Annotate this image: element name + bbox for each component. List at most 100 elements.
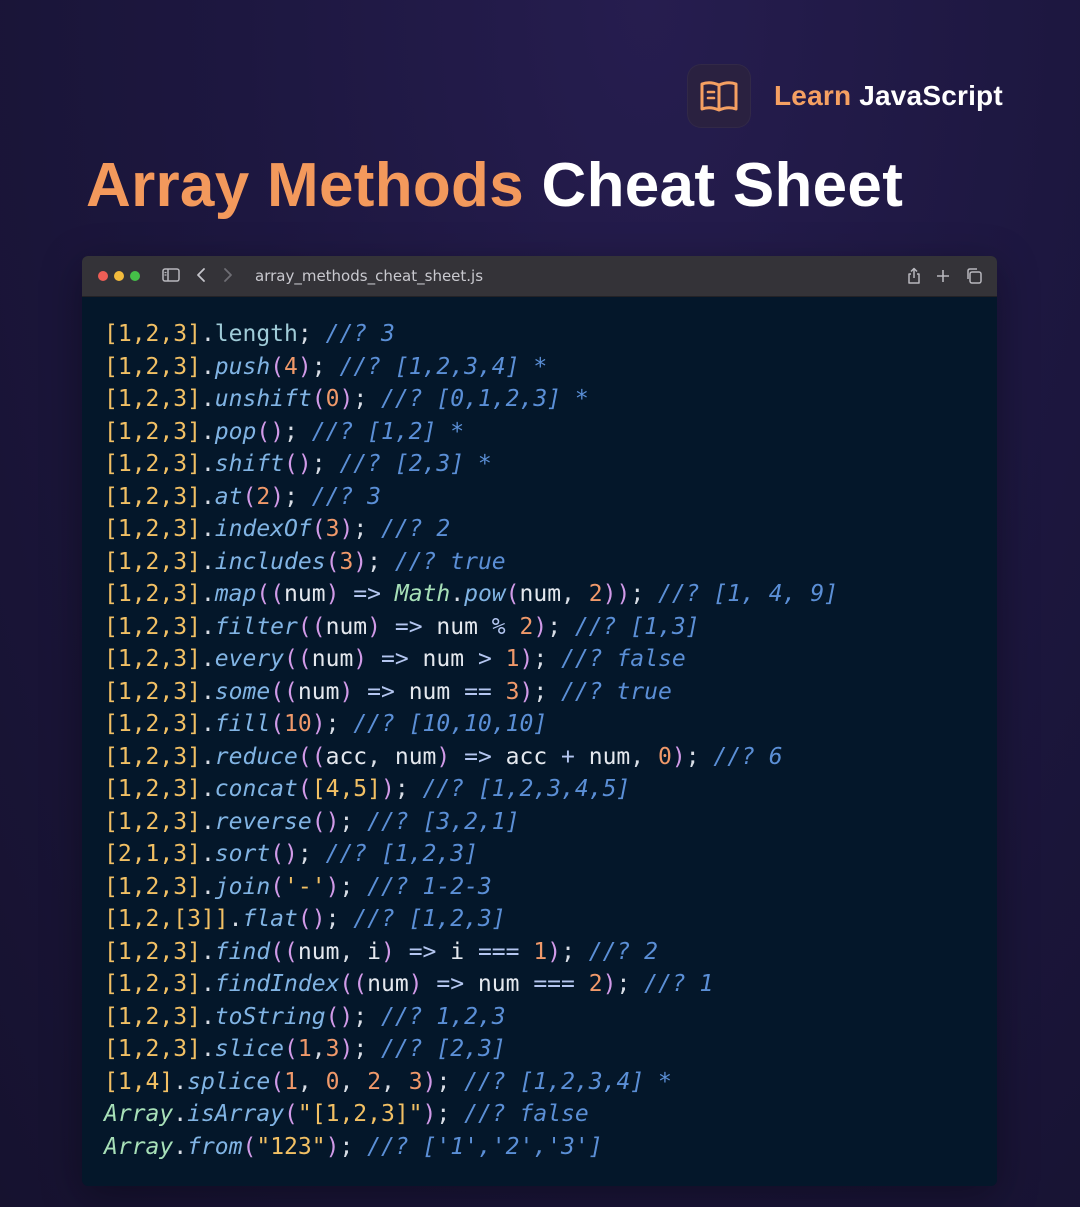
code-line: [1,2,3].reverse(); //? [3,2,1]	[104, 806, 997, 839]
code-token: =>	[353, 678, 409, 705]
code-token: ((	[339, 971, 368, 997]
code-line: [1,2,3].includes(3); //? true	[104, 546, 997, 579]
code-token: )	[519, 678, 534, 705]
code-token: ()	[284, 451, 312, 477]
window-filename: array_methods_cheat_sheet.js	[255, 267, 484, 285]
share-icon[interactable]	[906, 267, 922, 290]
code-token: num	[284, 581, 326, 607]
code-token: [1,2,3]	[104, 581, 201, 607]
code-token: ;	[533, 678, 562, 705]
code-token: =>	[394, 938, 451, 965]
minimize-window-button[interactable]	[114, 271, 124, 281]
code-token: ()	[270, 841, 298, 867]
code-token: ;	[311, 451, 340, 477]
window-titlebar: array_methods_cheat_sheet.js	[82, 256, 997, 297]
code-token: join	[214, 873, 271, 900]
code-token: 2	[367, 1068, 382, 1095]
code-token: ((	[284, 646, 312, 672]
code-token: ;	[325, 906, 354, 932]
code-token: //? 1,2,3	[380, 1003, 506, 1030]
code-line: [1,2,3].every((num) => num > 1); //? fal…	[104, 643, 997, 676]
code-token: (	[311, 516, 326, 542]
code-token: .	[200, 678, 215, 705]
brand-javascript: JavaScript	[859, 80, 1003, 111]
code-token: [1,2,3]	[104, 516, 201, 542]
code-token: ;	[394, 776, 423, 802]
code-token: .	[200, 483, 215, 510]
code-token: .	[200, 581, 215, 607]
code-token: )	[602, 971, 617, 997]
code-token: .	[200, 711, 215, 737]
code-line: [1,2,3].concat([4,5]); //? [1,2,3,4,5]	[104, 773, 997, 806]
code-token: //? [10,10,10]	[353, 711, 548, 737]
sidebar-icon[interactable]	[162, 267, 180, 288]
code-token: //? 3	[325, 321, 395, 347]
code-token: [1,2,3]	[104, 808, 201, 835]
code-token: splice	[187, 1068, 271, 1095]
code-token: )	[436, 743, 451, 770]
code-token: ()	[325, 1003, 354, 1030]
plus-icon[interactable]	[935, 267, 951, 290]
code-token: slice	[214, 1036, 285, 1062]
code-line: [1,2,3].fill(10); //? [10,10,10]	[104, 708, 997, 741]
code-token: ,	[381, 1068, 409, 1095]
brand-learn: Learn	[774, 80, 852, 111]
code-token: ;	[353, 516, 382, 542]
code-token: 3	[339, 548, 354, 575]
code-token: //? [1,2] *	[311, 418, 465, 445]
code-line: [1,2,3].push(4); //? [1,2,3,4] *	[104, 351, 997, 384]
code-line: [1,2,[3]].flat(); //? [1,2,3]	[104, 903, 997, 936]
code-token: ;	[547, 613, 575, 640]
close-window-button[interactable]	[98, 271, 108, 281]
code-token: //? [3,2,1]	[367, 808, 520, 835]
code-token: ;	[339, 873, 368, 900]
code-token: ((	[270, 938, 298, 965]
code-token: //? false	[561, 646, 686, 672]
code-token: .	[450, 581, 465, 607]
code-token: ,	[339, 938, 368, 965]
code-token: //? ['1','2','3']	[367, 1133, 603, 1160]
code-token: [1,2,3]	[104, 711, 201, 737]
code-token: ;	[339, 1133, 368, 1160]
brand: Learn JavaScript	[687, 64, 1003, 128]
code-token: acc	[505, 743, 548, 770]
code-token: )	[325, 1133, 340, 1160]
code-token: [1,2,3]	[104, 321, 201, 347]
code-line: [1,2,3].unshift(0); //? [0,1,2,3] *	[104, 383, 997, 416]
code-token: .	[200, 841, 215, 867]
code-token: ))	[602, 581, 631, 607]
code-token: flat	[242, 906, 298, 932]
code-token: 3	[408, 1068, 423, 1095]
code-token: //? [1,2,3]	[325, 841, 478, 867]
code-token: sort	[214, 841, 271, 867]
code-token: =>	[422, 971, 478, 997]
code-token: .	[200, 451, 215, 477]
code-token: )	[422, 1068, 437, 1095]
code-token: num	[325, 613, 368, 640]
code-token: ;	[325, 711, 354, 737]
code-token: )	[519, 646, 534, 672]
code-token: ;	[561, 938, 589, 965]
code-token: toString	[214, 1003, 326, 1030]
forward-icon[interactable]	[222, 267, 234, 288]
code-token: [1,2,3]	[104, 646, 201, 672]
code-token: [2,1,3]	[104, 841, 201, 867]
code-token: some	[214, 678, 271, 705]
code-token: num	[367, 971, 409, 997]
code-token: )	[408, 971, 423, 997]
back-icon[interactable]	[195, 267, 207, 288]
maximize-window-button[interactable]	[130, 271, 140, 281]
code-token: ;	[284, 418, 312, 445]
code-token: 2	[256, 483, 271, 510]
code-token: =>	[339, 581, 395, 607]
code-token: [1,2,3]	[104, 678, 201, 705]
code-token: //? 2	[381, 516, 451, 542]
code-token: )	[339, 678, 354, 705]
code-token: //? [1,2,3,4,5]	[422, 776, 631, 802]
code-token: //? 6	[713, 743, 783, 770]
code-token: 10	[284, 711, 312, 737]
code-token: (	[297, 776, 312, 802]
tabs-icon[interactable]	[965, 267, 983, 290]
code-line: [1,2,3].slice(1,3); //? [2,3]	[104, 1033, 997, 1066]
code-token: [1,2,3]	[104, 613, 201, 640]
